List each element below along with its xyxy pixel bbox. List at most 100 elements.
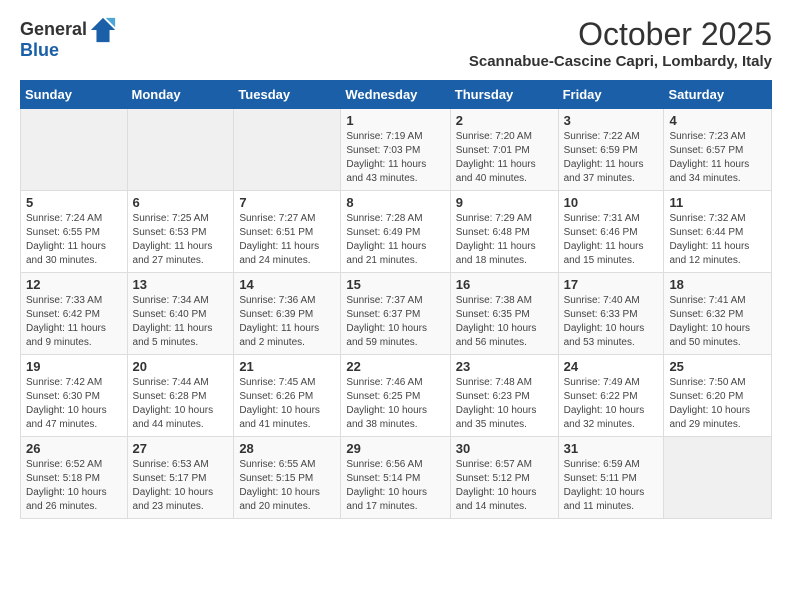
day-info: Sunrise: 7:29 AMSunset: 6:48 PMDaylight:…: [456, 212, 553, 268]
location-title: Scannabue-Cascine Capri, Lombardy, Italy: [469, 53, 772, 70]
logo-blue-text: Blue: [20, 40, 59, 62]
day-info: Sunrise: 7:37 AMSunset: 6:37 PMDaylight:…: [346, 294, 444, 350]
header: General Blue October 2025 Scannabue-Casc…: [20, 16, 772, 70]
table-row: 5 Sunrise: 7:24 AMSunset: 6:55 PMDaylight…: [21, 191, 128, 273]
table-row: 8Sunrise: 7:28 AMSunset: 6:49 PMDaylight…: [341, 191, 450, 273]
day-info: Sunrise: 7:32 AMSunset: 6:44 PMDaylight:…: [669, 212, 766, 268]
day-info: Sunrise: 7:42 AMSunset: 6:30 PMDaylight:…: [26, 376, 122, 432]
day-info: Sunrise: 7:41 AMSunset: 6:32 PMDaylight:…: [669, 294, 766, 350]
table-row: 10 Sunrise: 7:31 AMSunset: 6:46 PMDayligh…: [558, 191, 664, 273]
day-number: 23: [456, 359, 553, 374]
table-row: 6Sunrise: 7:25 AMSunset: 6:53 PMDaylight…: [127, 191, 234, 273]
day-info: Sunrise: 7:24 AMSunset: 6:55 PMDaylight:…: [26, 212, 122, 268]
table-row: 23 Sunrise: 7:48 AMSunset: 6:23 PMDayligh…: [450, 355, 558, 437]
calendar-header-row: Sunday Monday Tuesday Wednesday Thursday…: [21, 81, 772, 109]
day-info: Sunrise: 7:40 AMSunset: 6:33 PMDaylight:…: [564, 294, 659, 350]
table-row: 14Sunrise: 7:36 AMSunset: 6:39 PMDayligh…: [234, 273, 341, 355]
table-row: 3 Sunrise: 7:22 AMSunset: 6:59 PMDaylight…: [558, 109, 664, 191]
day-number: 9: [456, 195, 553, 210]
table-row: 25 Sunrise: 7:50 AMSunset: 6:20 PMDayligh…: [664, 355, 772, 437]
table-row: 7Sunrise: 7:27 AMSunset: 6:51 PMDaylight…: [234, 191, 341, 273]
table-row: 27 Sunrise: 6:53 AMSunset: 5:17 PMDayligh…: [127, 437, 234, 519]
calendar-week-row: 1Sunrise: 7:19 AMSunset: 7:03 PMDaylight…: [21, 109, 772, 191]
calendar-week-row: 26Sunrise: 6:52 AMSunset: 5:18 PMDayligh…: [21, 437, 772, 519]
col-saturday: Saturday: [664, 81, 772, 109]
table-row: [664, 437, 772, 519]
day-number: 24: [564, 359, 659, 374]
day-info: Sunrise: 7:20 AMSunset: 7:01 PMDaylight:…: [456, 130, 553, 186]
day-number: 13: [133, 277, 229, 292]
day-number: 20: [133, 359, 229, 374]
table-row: 16Sunrise: 7:38 AMSunset: 6:35 PMDayligh…: [450, 273, 558, 355]
day-number: 4: [669, 113, 766, 128]
day-number: 3: [564, 113, 659, 128]
logo-general-text: General: [20, 19, 87, 41]
table-row: 29 Sunrise: 6:56 AMSunset: 5:14 PMDayligh…: [341, 437, 450, 519]
day-info: Sunrise: 7:31 AMSunset: 6:46 PMDaylight:…: [564, 212, 659, 268]
day-number: 5: [26, 195, 122, 210]
day-info: Sunrise: 7:25 AMSunset: 6:53 PMDaylight:…: [133, 212, 229, 268]
day-info: Sunrise: 7:33 AMSunset: 6:42 PMDaylight:…: [26, 294, 122, 350]
day-number: 2: [456, 113, 553, 128]
day-info: Sunrise: 6:59 AMSunset: 5:11 PMDaylight:…: [564, 458, 659, 514]
col-thursday: Thursday: [450, 81, 558, 109]
day-info: Sunrise: 7:45 AMSunset: 6:26 PMDaylight:…: [239, 376, 335, 432]
day-info: Sunrise: 7:44 AMSunset: 6:28 PMDaylight:…: [133, 376, 229, 432]
day-number: 15: [346, 277, 444, 292]
table-row: 18 Sunrise: 7:41 AMSunset: 6:32 PMDayligh…: [664, 273, 772, 355]
day-number: 10: [564, 195, 659, 210]
day-number: 16: [456, 277, 553, 292]
day-info: Sunrise: 7:23 AMSunset: 6:57 PMDaylight:…: [669, 130, 766, 186]
day-info: Sunrise: 6:53 AMSunset: 5:17 PMDaylight:…: [133, 458, 229, 514]
table-row: [21, 109, 128, 191]
table-row: 4 Sunrise: 7:23 AMSunset: 6:57 PMDaylight…: [664, 109, 772, 191]
table-row: 11 Sunrise: 7:32 AMSunset: 6:44 PMDayligh…: [664, 191, 772, 273]
day-number: 17: [564, 277, 659, 292]
table-row: [234, 109, 341, 191]
day-number: 22: [346, 359, 444, 374]
table-row: 22Sunrise: 7:46 AMSunset: 6:25 PMDayligh…: [341, 355, 450, 437]
table-row: 15 Sunrise: 7:37 AMSunset: 6:37 PMDayligh…: [341, 273, 450, 355]
table-row: 9 Sunrise: 7:29 AMSunset: 6:48 PMDaylight…: [450, 191, 558, 273]
day-number: 31: [564, 441, 659, 456]
day-number: 30: [456, 441, 553, 456]
table-row: 19 Sunrise: 7:42 AMSunset: 6:30 PMDayligh…: [21, 355, 128, 437]
day-number: 25: [669, 359, 766, 374]
day-info: Sunrise: 7:34 AMSunset: 6:40 PMDaylight:…: [133, 294, 229, 350]
day-number: 21: [239, 359, 335, 374]
table-row: 13 Sunrise: 7:34 AMSunset: 6:40 PMDayligh…: [127, 273, 234, 355]
title-block: October 2025 Scannabue-Cascine Capri, Lo…: [469, 16, 772, 70]
day-info: Sunrise: 6:57 AMSunset: 5:12 PMDaylight:…: [456, 458, 553, 514]
day-info: Sunrise: 7:22 AMSunset: 6:59 PMDaylight:…: [564, 130, 659, 186]
col-tuesday: Tuesday: [234, 81, 341, 109]
day-info: Sunrise: 7:49 AMSunset: 6:22 PMDaylight:…: [564, 376, 659, 432]
table-row: 2 Sunrise: 7:20 AMSunset: 7:01 PMDaylight…: [450, 109, 558, 191]
logo-icon: [89, 16, 117, 44]
table-row: 20 Sunrise: 7:44 AMSunset: 6:28 PMDayligh…: [127, 355, 234, 437]
day-info: Sunrise: 6:56 AMSunset: 5:14 PMDaylight:…: [346, 458, 444, 514]
table-row: 12 Sunrise: 7:33 AMSunset: 6:42 PMDayligh…: [21, 273, 128, 355]
day-info: Sunrise: 7:48 AMSunset: 6:23 PMDaylight:…: [456, 376, 553, 432]
day-number: 18: [669, 277, 766, 292]
col-sunday: Sunday: [21, 81, 128, 109]
calendar-table: Sunday Monday Tuesday Wednesday Thursday…: [20, 80, 772, 519]
day-number: 27: [133, 441, 229, 456]
table-row: 1Sunrise: 7:19 AMSunset: 7:03 PMDaylight…: [341, 109, 450, 191]
day-number: 28: [239, 441, 335, 456]
table-row: 31 Sunrise: 6:59 AMSunset: 5:11 PMDayligh…: [558, 437, 664, 519]
day-number: 14: [239, 277, 335, 292]
day-info: Sunrise: 6:55 AMSunset: 5:15 PMDaylight:…: [239, 458, 335, 514]
day-info: Sunrise: 7:50 AMSunset: 6:20 PMDaylight:…: [669, 376, 766, 432]
col-friday: Friday: [558, 81, 664, 109]
logo: General Blue: [20, 16, 117, 62]
day-number: 29: [346, 441, 444, 456]
table-row: 17 Sunrise: 7:40 AMSunset: 6:33 PMDayligh…: [558, 273, 664, 355]
calendar-week-row: 12 Sunrise: 7:33 AMSunset: 6:42 PMDayligh…: [21, 273, 772, 355]
month-title: October 2025: [469, 16, 772, 53]
day-number: 1: [346, 113, 444, 128]
table-row: [127, 109, 234, 191]
day-number: 7: [239, 195, 335, 210]
day-number: 12: [26, 277, 122, 292]
day-number: 11: [669, 195, 766, 210]
day-number: 19: [26, 359, 122, 374]
